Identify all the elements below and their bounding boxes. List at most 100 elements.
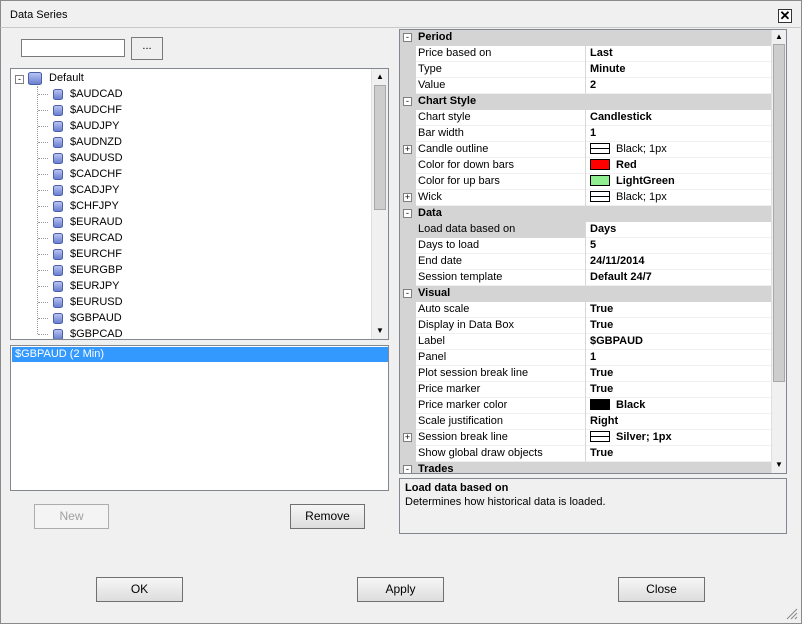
scroll-down-icon[interactable]: ▼ — [772, 458, 786, 472]
tree-item[interactable]: $EURJPY — [53, 278, 120, 294]
close-icon[interactable]: ✕ — [778, 9, 792, 23]
property-value[interactable]: Red — [588, 158, 772, 174]
collapse-icon[interactable]: - — [15, 75, 24, 84]
expand-icon[interactable]: + — [403, 145, 412, 154]
property-value[interactable]: Right — [588, 414, 772, 430]
browse-button[interactable]: ... — [131, 37, 163, 60]
collapse-icon[interactable]: - — [403, 289, 412, 298]
property-row[interactable]: + Candle outline Black; 1px — [400, 142, 772, 158]
tree-item[interactable]: $EURAUD — [53, 214, 123, 230]
property-row[interactable]: Label $GBPAUD — [400, 334, 772, 350]
property-row[interactable]: Panel 1 — [400, 350, 772, 366]
property-value[interactable]: Black; 1px — [588, 190, 772, 206]
property-value[interactable]: Black — [588, 398, 772, 414]
tree-item[interactable]: $EURCHF — [53, 246, 122, 262]
property-category[interactable]: - Period — [400, 30, 772, 46]
property-value[interactable]: 5 — [588, 238, 772, 254]
property-category[interactable]: - Chart Style — [400, 94, 772, 110]
scroll-down-icon[interactable]: ▼ — [372, 324, 388, 338]
property-value[interactable]: Last — [588, 46, 772, 62]
property-row[interactable]: Days to load 5 — [400, 238, 772, 254]
collapse-icon[interactable]: - — [403, 209, 412, 218]
row-gutter — [400, 46, 416, 62]
property-value[interactable]: Candlestick — [588, 110, 772, 126]
property-category[interactable]: - Trades — [400, 462, 772, 473]
property-row[interactable]: Price marker color Black — [400, 398, 772, 414]
property-value[interactable]: True — [588, 366, 772, 382]
property-row[interactable]: + Session break line Silver; 1px — [400, 430, 772, 446]
tree-item[interactable]: $CADCHF — [53, 166, 122, 182]
property-row[interactable]: Price marker True — [400, 382, 772, 398]
ok-button[interactable]: OK — [96, 577, 183, 602]
property-value[interactable]: Black; 1px — [588, 142, 772, 158]
property-value[interactable]: Default 24/7 — [588, 270, 772, 286]
scroll-up-icon[interactable]: ▲ — [372, 70, 388, 84]
tree-item[interactable]: $AUDUSD — [53, 150, 123, 166]
property-value[interactable]: LightGreen — [588, 174, 772, 190]
search-input[interactable] — [21, 39, 125, 57]
property-row[interactable]: Chart style Candlestick — [400, 110, 772, 126]
close-button[interactable]: Close — [618, 577, 705, 602]
tree-item[interactable]: $EURCAD — [53, 230, 123, 246]
property-row[interactable]: Color for down bars Red — [400, 158, 772, 174]
selected-series-item[interactable]: $GBPAUD (2 Min) — [12, 347, 388, 362]
property-value[interactable]: $GBPAUD — [588, 334, 772, 350]
property-value[interactable]: 24/11/2014 — [588, 254, 772, 270]
remove-button[interactable]: Remove — [290, 504, 365, 529]
property-category[interactable]: - Data — [400, 206, 772, 222]
tree-item[interactable]: $CADJPY — [53, 182, 120, 198]
tree-item[interactable]: $AUDJPY — [53, 118, 120, 134]
tree-item[interactable]: $GBPAUD — [53, 310, 122, 326]
tree-item[interactable]: $AUDCHF — [53, 102, 122, 118]
collapse-icon[interactable]: - — [403, 97, 412, 106]
property-value[interactable]: Minute — [588, 62, 772, 78]
property-row[interactable]: Scale justification Right — [400, 414, 772, 430]
tree-item[interactable]: $EURUSD — [53, 294, 123, 310]
property-category[interactable]: - Visual — [400, 286, 772, 302]
apply-button[interactable]: Apply — [357, 577, 444, 602]
expand-icon[interactable]: + — [403, 433, 412, 442]
expand-icon[interactable]: + — [403, 193, 412, 202]
collapse-icon[interactable]: - — [403, 465, 412, 473]
property-row[interactable]: Price based on Last — [400, 46, 772, 62]
tree-item[interactable]: $GBPCAD — [53, 326, 123, 339]
selected-series-list[interactable]: $GBPAUD (2 Min) — [10, 345, 389, 491]
property-value[interactable]: Days — [588, 222, 772, 238]
property-row[interactable]: Show global draw objects True — [400, 446, 772, 462]
property-grid[interactable]: - Period Price based on Last Type Minute Value… — [399, 29, 787, 474]
instrument-tree[interactable]: - Default $AUDCAD $AUDCHF $AUDJPY $AUDNZD $AUD… — [10, 68, 389, 340]
property-row[interactable]: Type Minute — [400, 62, 772, 78]
tree-item[interactable]: $EURGBP — [53, 262, 123, 278]
property-row[interactable]: Bar width 1 — [400, 126, 772, 142]
property-value[interactable]: 1 — [588, 350, 772, 366]
property-row[interactable]: End date 24/11/2014 — [400, 254, 772, 270]
property-value-text: Candlestick — [590, 111, 652, 123]
property-row[interactable]: Auto scale True — [400, 302, 772, 318]
collapse-icon[interactable]: - — [403, 33, 412, 42]
tree-root[interactable]: - Default — [15, 70, 84, 86]
property-row[interactable]: Display in Data Box True — [400, 318, 772, 334]
grid-scrollbar[interactable]: ▲ ▼ — [771, 30, 786, 473]
tree-item[interactable]: $CHFJPY — [53, 198, 119, 214]
property-value[interactable]: 2 — [588, 78, 772, 94]
scroll-thumb[interactable] — [374, 85, 386, 210]
scroll-up-icon[interactable]: ▲ — [772, 30, 786, 44]
property-row[interactable]: Session template Default 24/7 — [400, 270, 772, 286]
new-button[interactable]: New — [34, 504, 109, 529]
property-value[interactable]: 1 — [588, 126, 772, 142]
resize-grip-icon[interactable] — [784, 606, 798, 620]
scroll-thumb[interactable] — [773, 44, 785, 382]
property-value[interactable]: True — [588, 302, 772, 318]
property-row[interactable]: + Wick Black; 1px — [400, 190, 772, 206]
property-row[interactable]: Load data based on Days — [400, 222, 772, 238]
property-row[interactable]: Color for up bars LightGreen — [400, 174, 772, 190]
property-value[interactable]: Silver; 1px — [588, 430, 772, 446]
tree-scrollbar[interactable]: ▲ ▼ — [371, 69, 388, 339]
property-value[interactable]: True — [588, 446, 772, 462]
property-row[interactable]: Value 2 — [400, 78, 772, 94]
property-row[interactable]: Plot session break line True — [400, 366, 772, 382]
property-value[interactable]: True — [588, 382, 772, 398]
tree-item[interactable]: $AUDNZD — [53, 134, 122, 150]
tree-item[interactable]: $AUDCAD — [53, 86, 123, 102]
property-value[interactable]: True — [588, 318, 772, 334]
